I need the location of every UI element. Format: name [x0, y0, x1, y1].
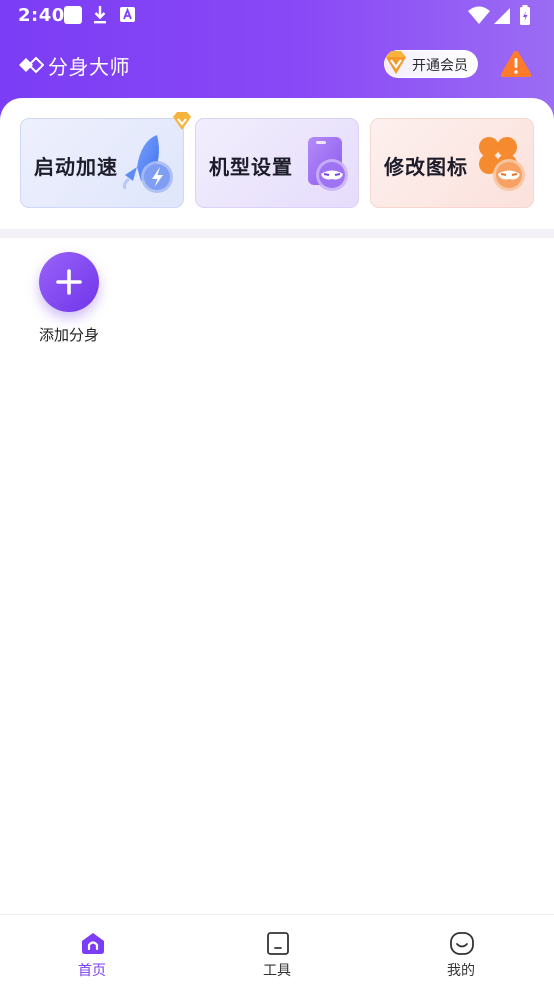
app-title-row: 分身大师	[18, 50, 130, 80]
home-icon	[82, 933, 104, 954]
add-circle	[39, 252, 99, 312]
status-time: 2:40	[18, 5, 65, 26]
app-screen: 2:40 分身大师 开通会员 启动加速 机型设置 修改图标 添加分身 首页 工具…	[0, 0, 554, 984]
feature-label: 启动加速	[34, 155, 118, 179]
vip-diamond-icon	[386, 51, 406, 74]
bottom-navigation: 首页 工具 我的	[0, 914, 554, 984]
download-icon	[94, 6, 106, 24]
wifi-icon	[468, 6, 490, 24]
main-content: 启动加速 机型设置 修改图标 添加分身	[0, 98, 554, 914]
rocket-icon	[123, 135, 173, 193]
smile-icon	[450, 932, 474, 955]
warning-icon[interactable]	[499, 48, 533, 80]
status-bar: 2:40	[0, 0, 554, 34]
feature-label: 修改图标	[384, 155, 468, 179]
add-clone-button[interactable]: 添加分身	[30, 252, 108, 348]
clover-mask-icon	[479, 137, 525, 191]
feature-label: 机型设置	[209, 155, 293, 179]
feature-card-change-icon[interactable]: 修改图标	[370, 118, 534, 208]
feature-card-device-model[interactable]: 机型设置	[195, 118, 359, 208]
app-title: 分身大师	[48, 54, 130, 79]
nav-label-home: 首页	[78, 963, 106, 979]
vip-button-label: 开通会员	[412, 58, 468, 74]
feature-card-boost[interactable]: 启动加速	[20, 112, 191, 208]
add-clone-label: 添加分身	[38, 326, 99, 344]
status-indicators	[468, 5, 530, 25]
section-divider	[0, 229, 554, 238]
open-vip-button[interactable]: 开通会员	[384, 50, 478, 78]
nav-label-mine: 我的	[447, 963, 475, 979]
app-logo-icon	[19, 56, 44, 74]
nav-item-tools[interactable]: 工具	[217, 915, 337, 984]
feature-cards: 启动加速 机型设置 修改图标	[20, 112, 534, 208]
keyboard-a-icon	[120, 7, 135, 22]
phone-mask-icon	[308, 137, 348, 191]
nav-item-home[interactable]: 首页	[32, 915, 152, 984]
signal-icon	[494, 8, 510, 24]
tablet-icon	[267, 932, 289, 955]
nav-item-mine[interactable]: 我的	[401, 915, 521, 984]
plus-icon	[56, 269, 82, 295]
vip-badge-icon	[173, 112, 191, 130]
notification-app-icon	[64, 6, 82, 24]
nav-label-tools: 工具	[263, 963, 291, 979]
